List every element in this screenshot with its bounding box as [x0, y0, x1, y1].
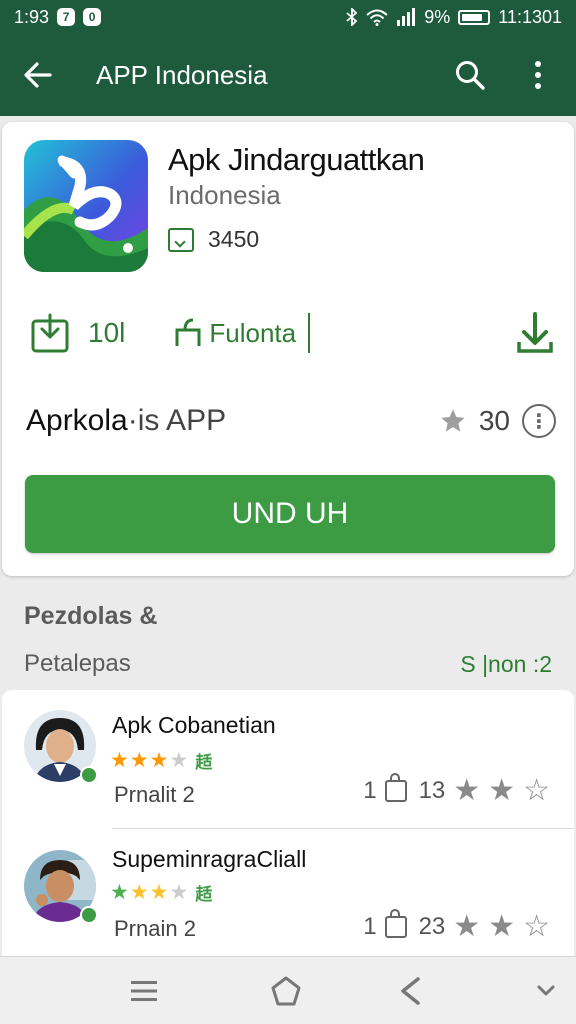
notification-icon-2: 0 [83, 8, 102, 26]
review-actions: 1 23 ★ ★ ☆ [363, 909, 550, 942]
battery-percent: 9% [424, 6, 451, 27]
share-icon [175, 318, 201, 346]
size-icon [168, 227, 194, 252]
star-icon: ★ [129, 749, 149, 772]
star-icon: ★ [110, 881, 129, 904]
rating-value: 30 [478, 405, 510, 436]
download-icon[interactable] [516, 312, 554, 354]
status-time: 1:93 [14, 6, 50, 27]
app-type-rest: ·is APP [127, 404, 227, 437]
rating: 30 ⋮ [439, 404, 556, 438]
list-item[interactable]: Apk Cobanetian ★ ★ ★ ★ 趏 Prnalit 2 1 13 … [2, 690, 574, 828]
avatar [24, 850, 98, 924]
install-button[interactable]: UND UH [25, 475, 555, 553]
reviewer-name: SupeminragraCliall [112, 846, 307, 872]
app-logo-icon [24, 140, 148, 272]
left-count: 1 [363, 913, 377, 940]
section-subheader: Petalepas S |non :2 [24, 650, 552, 678]
review-tag: 趏 [195, 885, 213, 904]
app-type-bold: Aprkola [26, 404, 128, 437]
star-icon[interactable]: ★ [453, 776, 480, 806]
bag-icon[interactable] [384, 909, 407, 938]
wifi-icon [366, 9, 388, 26]
star-icon: ★ [129, 881, 149, 904]
verified-icon [80, 766, 98, 784]
star-icon: ★ [149, 749, 169, 772]
list-item[interactable]: SupeminragraCliall ★ ★ ★ ★ 趏 Prnain 2 1 … [2, 830, 574, 956]
review-subtitle: Prnain 2 [114, 916, 196, 941]
app-type-row: Aprkola·is APP 30 ⋮ [26, 404, 556, 438]
bag-icon[interactable] [384, 773, 407, 802]
app-size: 3450 [168, 226, 259, 253]
review-subtitle: Prnalit 2 [114, 782, 195, 807]
star-icon[interactable]: ★ [453, 912, 480, 942]
divider [308, 313, 311, 353]
right-count: 23 [418, 913, 446, 940]
star-icon: ★ [169, 881, 189, 904]
left-count: 1 [363, 777, 377, 804]
bluetooth-icon [346, 8, 358, 26]
review-stars: ★ ★ ★ ★ 趏 [110, 880, 212, 905]
star-icon: ★ [169, 749, 189, 772]
system-nav-bar [0, 956, 576, 1024]
back-icon[interactable] [390, 971, 430, 1011]
search-icon[interactable] [450, 55, 490, 95]
app-bar: APP Indonesia [0, 34, 576, 116]
reviews-list: Apk Cobanetian ★ ★ ★ ★ 趏 Prnalit 2 1 13 … [2, 690, 574, 956]
app-name: Apk Jindarguattkan [168, 142, 425, 177]
battery-icon [458, 9, 491, 25]
downloads-stat: 10l [30, 313, 125, 353]
home-icon[interactable] [266, 971, 306, 1011]
section-link[interactable]: S |non :2 [460, 651, 552, 678]
star-icon: ★ [149, 881, 169, 904]
info-icon[interactable]: ⋮ [522, 404, 556, 438]
download-box-icon [31, 313, 69, 353]
status-bar: 1:93 7 0 9% 11:1301 [0, 0, 576, 34]
app-developer: Indonesia [168, 180, 281, 210]
stats-row: 10l Fulonta [30, 310, 554, 356]
app-size-value: 3450 [208, 226, 260, 252]
reviewer-name: Apk Cobanetian [112, 712, 276, 738]
downloads-count: 10l [88, 317, 126, 348]
avatar [24, 710, 98, 784]
signal-icon [397, 8, 416, 26]
notification-icon: 7 [57, 8, 76, 26]
star-icon [441, 409, 465, 432]
category-stat[interactable]: Fulonta [173, 313, 311, 353]
review-actions: 1 13 ★ ★ ☆ [363, 773, 550, 806]
app-type-label: Aprkola·is APP [26, 404, 439, 438]
app-details-card: Apk Jindarguattkan Indonesia 3450 10l Fu… [2, 122, 574, 576]
review-tag: 趏 [195, 753, 213, 772]
star-outline-icon[interactable]: ☆ [523, 912, 550, 942]
divider [112, 828, 574, 829]
star-outline-icon[interactable]: ☆ [523, 776, 550, 806]
section-title: Pezdolas & [24, 602, 158, 630]
status-clock: 11:1301 [498, 6, 562, 27]
page-title: APP Indonesia [96, 59, 268, 90]
review-stars: ★ ★ ★ ★ 趏 [110, 748, 212, 773]
right-count: 13 [418, 777, 446, 804]
section-subtitle: Petalepas [24, 650, 131, 677]
more-vert-icon[interactable] [518, 55, 558, 95]
verified-icon [80, 906, 98, 924]
star-icon: ★ [110, 749, 129, 772]
back-arrow-icon[interactable] [18, 55, 58, 95]
star-icon[interactable]: ★ [488, 912, 515, 942]
category-label: Fulonta [209, 317, 297, 348]
menu-icon[interactable] [124, 971, 164, 1011]
star-icon[interactable]: ★ [488, 776, 515, 806]
chevron-down-icon[interactable] [526, 971, 566, 1011]
